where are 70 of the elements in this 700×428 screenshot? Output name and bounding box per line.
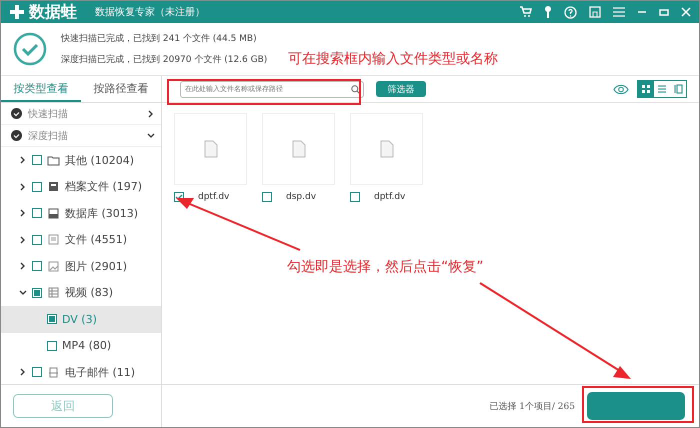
document-icon xyxy=(47,233,60,246)
chevron-icon[interactable] xyxy=(147,132,155,140)
file-icon xyxy=(380,140,394,158)
tree-label[interactable]: 档案文件 (197) xyxy=(65,179,142,194)
file-name: dsp.dv xyxy=(286,192,316,202)
file-icon xyxy=(292,140,306,158)
chevron-icon[interactable] xyxy=(19,236,27,244)
chevron-icon[interactable] xyxy=(19,209,27,218)
file-thumbnail[interactable] xyxy=(262,113,335,185)
chevron-icon[interactable] xyxy=(147,110,155,118)
video-icon xyxy=(47,286,60,300)
chevron-icon[interactable] xyxy=(19,182,27,191)
cart-icon[interactable] xyxy=(520,6,532,18)
folder-icon xyxy=(47,154,60,167)
checkbox[interactable] xyxy=(262,192,272,202)
menu-icon[interactable] xyxy=(613,7,625,17)
tree-label[interactable]: 文件 (4551) xyxy=(65,232,128,248)
checkbox[interactable] xyxy=(32,182,42,192)
file-thumbnail[interactable] xyxy=(350,113,423,185)
archive-icon xyxy=(47,180,60,194)
scan-label[interactable]: 快速扫描 xyxy=(28,106,68,120)
app-name: 数据蛙 xyxy=(29,2,77,22)
file-thumbnail[interactable] xyxy=(174,113,247,185)
checkbox[interactable] xyxy=(32,367,42,378)
done-icon xyxy=(11,130,22,141)
tree-label[interactable]: 数据库 (3013) xyxy=(65,206,138,221)
annotation-text: 勾选即是选择，然后点击“恢复” xyxy=(287,258,484,276)
scan-summary: 快速扫描已完成，已找到 241 个文件 (44.5 MB) xyxy=(61,32,258,45)
key-icon[interactable] xyxy=(544,6,552,18)
file-icon xyxy=(204,140,218,158)
image-icon xyxy=(47,260,60,273)
selection-status: 已选择 1个项目/ 265 xyxy=(489,400,575,412)
view-tab[interactable]: 按类型查看 xyxy=(1,76,81,102)
chevron-icon[interactable] xyxy=(19,156,27,164)
tree-item[interactable]: MP4 (80) xyxy=(1,332,161,359)
scan-summary: 深度扫描已完成，已找到 20970 个文件 (12.6 GB) xyxy=(61,54,268,66)
logo-icon xyxy=(9,4,25,20)
view-tab[interactable]: 按路径查看 xyxy=(81,76,161,102)
close-icon[interactable] xyxy=(681,7,691,17)
annotation-text: 可在搜索框内输入文件类型或名称 xyxy=(288,50,498,68)
check-circle-icon xyxy=(13,32,47,66)
eye-icon[interactable] xyxy=(613,84,629,94)
mail-icon xyxy=(47,366,60,379)
chevron-icon[interactable] xyxy=(19,288,27,297)
checkbox[interactable] xyxy=(32,208,42,218)
tree-label[interactable]: 其他 (10204) xyxy=(65,152,134,168)
checkbox[interactable] xyxy=(32,261,42,272)
search-icon[interactable] xyxy=(351,84,360,94)
tree-label[interactable]: 图片 (2901) xyxy=(65,258,128,274)
save-icon[interactable] xyxy=(589,6,601,18)
database-icon xyxy=(47,206,60,220)
scan-label[interactable]: 深度扫描 xyxy=(28,128,68,142)
checkbox[interactable] xyxy=(32,155,42,166)
tree-label[interactable]: 视频 (83) xyxy=(65,285,114,300)
tree-label[interactable]: 电子邮件 (11) xyxy=(65,364,136,380)
done-icon xyxy=(11,108,22,119)
file-name: dptf.dv xyxy=(374,192,406,202)
file-name: dptf.dv xyxy=(198,192,230,202)
chevron-icon[interactable] xyxy=(19,262,27,270)
maximize-icon[interactable] xyxy=(659,7,669,17)
filter-button[interactable]: 筛选器 xyxy=(376,81,426,97)
help-icon[interactable] xyxy=(564,6,577,18)
checkbox[interactable] xyxy=(350,192,360,202)
checkbox[interactable] xyxy=(32,288,42,298)
chevron-icon[interactable] xyxy=(19,368,27,376)
checkbox[interactable] xyxy=(47,340,57,351)
checkbox[interactable] xyxy=(47,314,57,324)
app-subtitle: 数据恢复专家（未注册） xyxy=(95,6,205,19)
grid-view-icon[interactable] xyxy=(638,81,654,97)
checkbox[interactable] xyxy=(32,234,42,245)
